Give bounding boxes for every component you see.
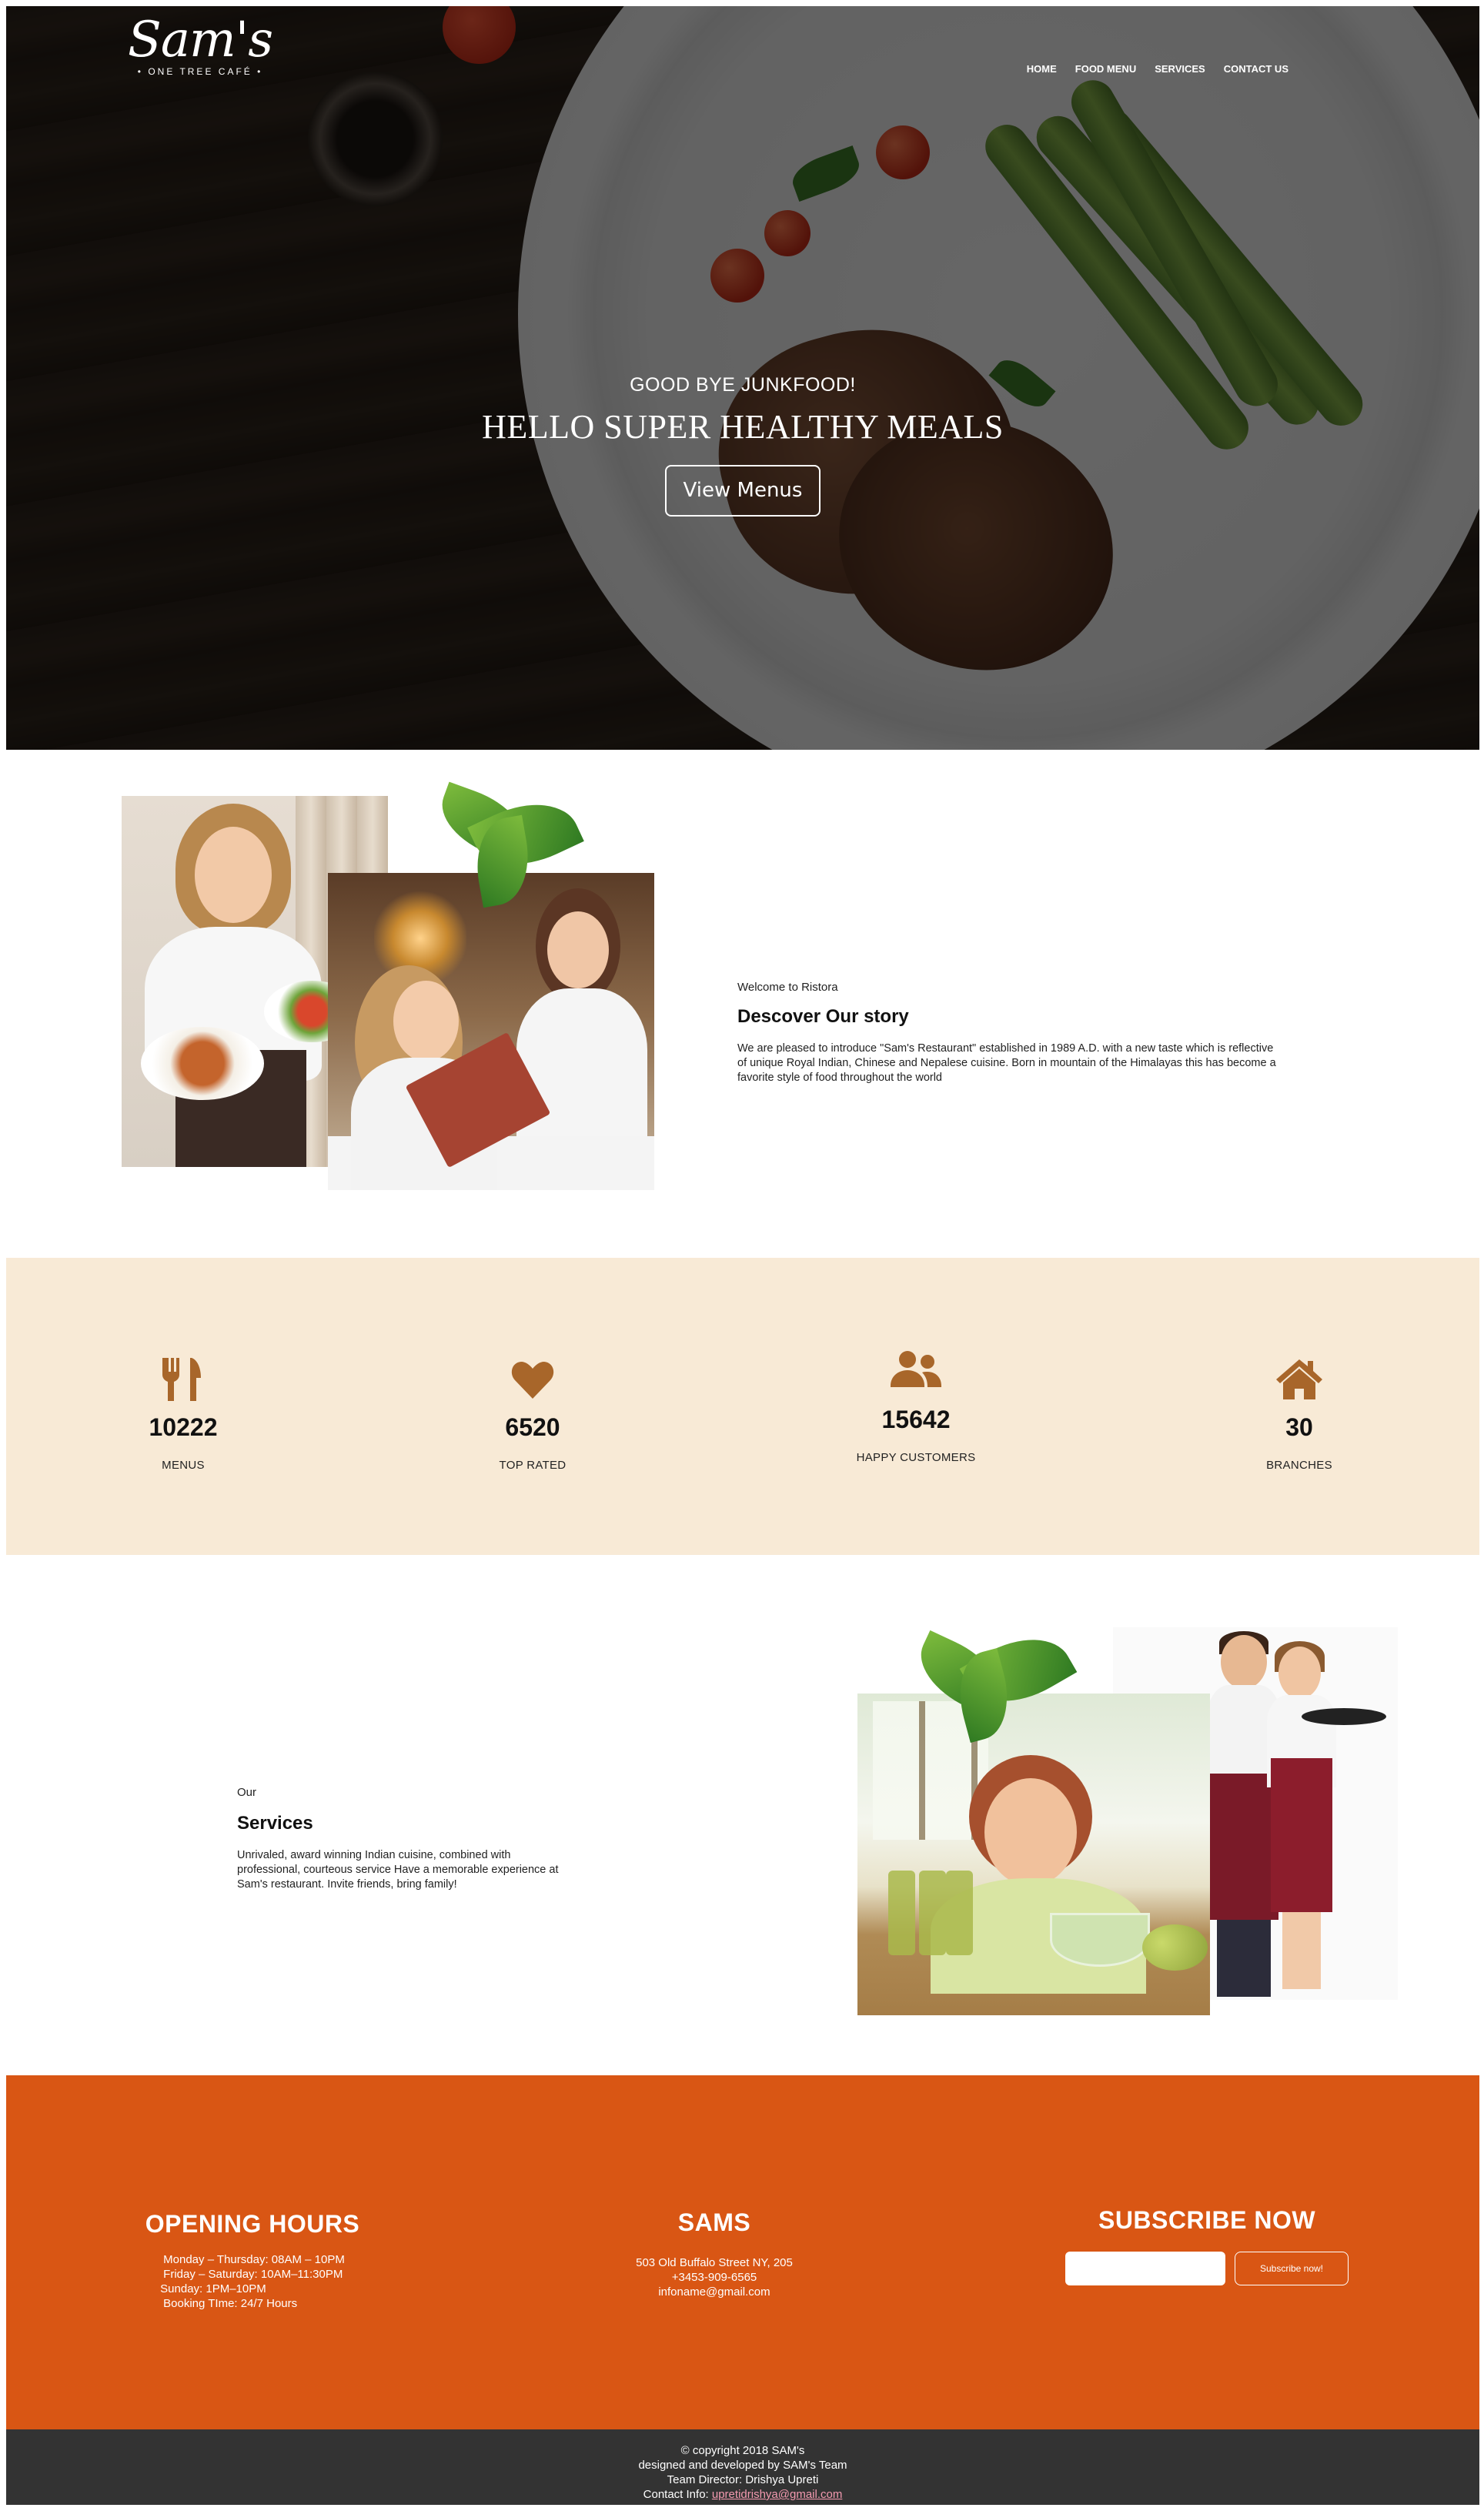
diners-photo <box>328 873 654 1190</box>
copyright-bar: © copyright 2018 SAM's designed and deve… <box>6 2429 1479 2505</box>
nav-item-home[interactable]: HOME <box>1027 63 1057 75</box>
contact-block: SAMS 503 Old Buffalo Street NY, 205 +345… <box>560 2208 868 2299</box>
nav-item-contact-us[interactable]: CONTACT US <box>1224 63 1288 75</box>
contact-line: Contact Info: upretidrishya@gmail.com <box>6 2487 1479 2502</box>
stat-branches: 30 BRANCHES <box>1184 1356 1415 1472</box>
subscribe-block: SUBSCRIBE NOW Subscribe now! <box>1038 2206 1376 2285</box>
hours-line: Friday – Saturday: 10AM–11:30PM <box>163 2268 343 2281</box>
opening-hours-list: Monday – Thursday: 08AM – 10PM Friday – … <box>160 2252 345 2311</box>
contact-prefix: Contact Info: <box>643 2488 712 2501</box>
services-heading: Services <box>237 1813 313 1834</box>
credits-line: designed and developed by SAM's Team <box>638 2459 847 2472</box>
brand-logo[interactable]: Sam's • ONE TREE CAFÉ • <box>128 12 273 77</box>
heart-icon <box>511 1362 554 1399</box>
stat-label: TOP RATED <box>499 1459 567 1472</box>
logo-tagline: • ONE TREE CAFÉ • <box>137 66 263 77</box>
story-section: Welcome to Ristora Descover Our story We… <box>6 750 1479 1258</box>
story-body: We are pleased to introduce "Sam's Resta… <box>737 1042 1276 1084</box>
contact-phone: +3453-909-6565 <box>671 2271 757 2284</box>
hero-section: Sam's • ONE TREE CAFÉ • HOME FOOD MENU S… <box>6 6 1479 750</box>
story-heading: Descover Our story <box>737 1006 909 1027</box>
services-kicker: Our <box>237 1786 257 1799</box>
story-kicker: Welcome to Ristora <box>737 981 838 994</box>
home-icon <box>1276 1359 1322 1399</box>
stat-happy-customers: 15642 HAPPY CUSTOMERS <box>800 1349 1031 1464</box>
nav-item-food-menu[interactable]: FOOD MENU <box>1075 63 1136 75</box>
main-nav: HOME FOOD MENU SERVICES CONTACT US <box>1027 63 1288 75</box>
hours-line: Sunday: 1PM–10PM <box>160 2282 266 2295</box>
subscribe-email-input[interactable] <box>1065 2252 1225 2285</box>
contact-info: 503 Old Buffalo Street NY, 205 +3453-909… <box>560 2255 868 2299</box>
stat-label: BRANCHES <box>1266 1459 1332 1472</box>
hero-title: HELLO SUPER HEALTHY MEALS <box>482 408 1004 446</box>
users-icon <box>891 1351 941 1387</box>
hero-kicker: GOOD BYE JUNKFOOD! <box>630 374 856 396</box>
contact-email-link[interactable]: upretidrishya@gmail.com <box>712 2488 842 2501</box>
fork-knife-icon <box>162 1358 201 1401</box>
subscribe-form: Subscribe now! <box>1038 2252 1376 2285</box>
contact-email: infoname@gmail.com <box>658 2285 770 2299</box>
view-menus-button[interactable]: View Menus <box>665 465 821 517</box>
services-body: Unrivaled, award winning Indian cuisine,… <box>237 1849 559 1891</box>
stat-top-rated: 6520 TOP RATED <box>417 1356 648 1472</box>
stat-value: 6520 <box>505 1413 560 1441</box>
opening-hours-block: OPENING HOURS Monday – Thursday: 08AM – … <box>106 2210 399 2311</box>
contact-heading: SAMS <box>677 2208 751 2236</box>
nav-item-services[interactable]: SERVICES <box>1155 63 1205 75</box>
contact-address: 503 Old Buffalo Street NY, 205 <box>636 2256 793 2269</box>
story-text: Welcome to Ristora Descover Our story We… <box>737 981 1276 1085</box>
services-text: Our Services Unrivaled, award winning In… <box>237 1786 560 1892</box>
stat-value: 15642 <box>881 1406 951 1433</box>
hours-line: Booking TIme: 24/7 Hours <box>163 2297 298 2310</box>
stat-value: 30 <box>1285 1413 1313 1441</box>
stats-section: 10222 MENUS 6520 TOP RATED 15642 HAPPY C… <box>6 1258 1479 1555</box>
stat-label: HAPPY CUSTOMERS <box>856 1451 976 1464</box>
copyright-line: © copyright 2018 SAM's <box>680 2444 805 2457</box>
logo-wordmark: Sam's <box>128 12 273 69</box>
salad-lady-photo <box>857 1694 1210 2015</box>
hero-text: GOOD BYE JUNKFOOD! HELLO SUPER HEALTHY M… <box>6 374 1479 517</box>
hours-line: Monday – Thursday: 08AM – 10PM <box>163 2253 345 2266</box>
stat-value: 10222 <box>149 1413 218 1441</box>
director-line: Team Director: Drishya Upreti <box>667 2473 819 2486</box>
subscribe-heading: SUBSCRIBE NOW <box>1098 2206 1316 2234</box>
services-section: Our Services Unrivaled, award winning In… <box>6 1555 1479 2075</box>
opening-hours-heading: OPENING HOURS <box>145 2210 360 2238</box>
stat-menus: 10222 MENUS <box>68 1356 299 1472</box>
footer-section: OPENING HOURS Monday – Thursday: 08AM – … <box>6 2075 1479 2429</box>
subscribe-button[interactable]: Subscribe now! <box>1235 2252 1349 2285</box>
stat-label: MENUS <box>162 1459 205 1472</box>
